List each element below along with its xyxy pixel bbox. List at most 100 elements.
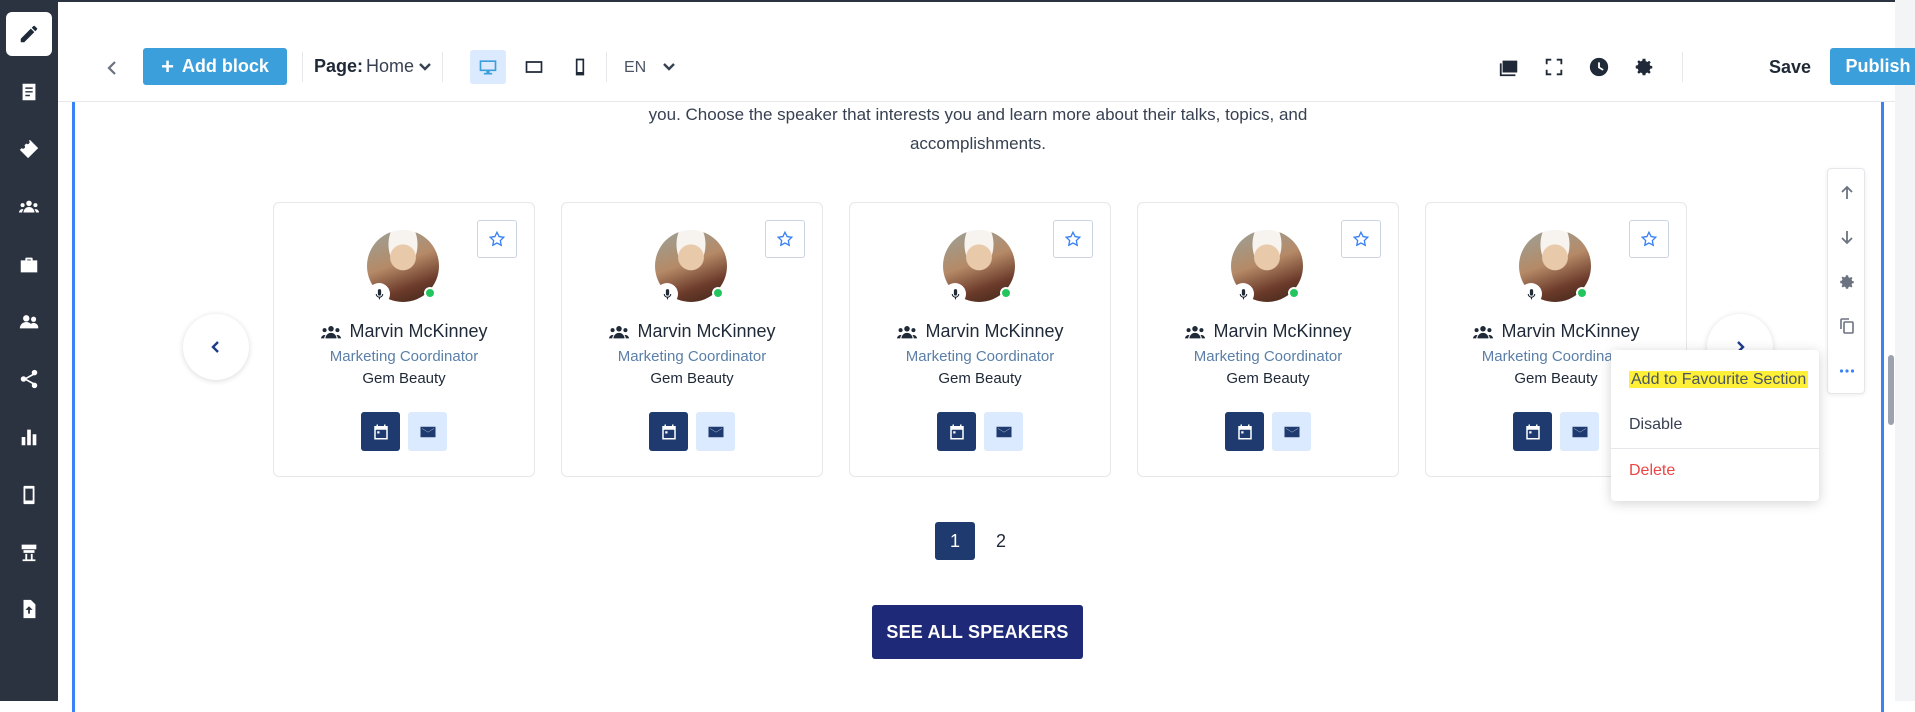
desktop-view-icon[interactable] bbox=[470, 50, 506, 84]
mobile-view-icon[interactable] bbox=[562, 50, 598, 84]
group-icon bbox=[897, 325, 918, 338]
fullscreen-icon[interactable] bbox=[1541, 54, 1567, 80]
calendar-icon bbox=[1237, 424, 1252, 439]
speaker-card[interactable]: Marvin McKinney Marketing Coordinator Gem … bbox=[849, 202, 1111, 477]
move-down-icon[interactable] bbox=[1828, 215, 1866, 259]
favourite-star-button[interactable] bbox=[1053, 220, 1093, 258]
calendar-icon bbox=[661, 424, 676, 439]
email-button[interactable] bbox=[696, 412, 735, 451]
mobile-icon[interactable] bbox=[6, 473, 52, 517]
calendar-button[interactable] bbox=[1225, 412, 1264, 451]
favourite-star-button[interactable] bbox=[765, 220, 805, 258]
speaker-name[interactable]: Marvin McKinney bbox=[925, 321, 1063, 342]
disable-item[interactable]: Disable bbox=[1611, 416, 1819, 434]
page-label: Page: bbox=[314, 56, 364, 76]
see-all-speakers-button[interactable]: SEE ALL SPEAKERS bbox=[872, 605, 1083, 659]
mail-icon bbox=[1284, 426, 1299, 437]
microphone-icon bbox=[1520, 283, 1542, 305]
speaker-card[interactable]: Marvin McKinney Marketing Coordinator Gem … bbox=[273, 202, 535, 477]
speaker-name-row: Marvin McKinney bbox=[1426, 321, 1686, 342]
chevron-down-icon[interactable] bbox=[418, 60, 432, 79]
email-button[interactable] bbox=[1272, 412, 1311, 451]
calendar-button[interactable] bbox=[649, 412, 688, 451]
document-list-icon[interactable] bbox=[6, 70, 52, 114]
speaker-card[interactable]: Marvin McKinney Marketing Coordinator Gem … bbox=[1137, 202, 1399, 477]
speaker-name[interactable]: Marvin McKinney bbox=[637, 321, 775, 342]
media-library-icon[interactable] bbox=[1496, 54, 1522, 80]
briefcase-icon[interactable] bbox=[6, 243, 52, 287]
add-to-favourite-section-item[interactable]: Add to Favourite Section bbox=[1611, 371, 1819, 389]
calendar-button[interactable] bbox=[937, 412, 976, 451]
bar-chart-icon[interactable] bbox=[6, 415, 52, 459]
microphone-icon bbox=[944, 283, 966, 305]
favourite-star-button[interactable] bbox=[477, 220, 517, 258]
users-icon[interactable] bbox=[6, 300, 52, 344]
calendar-icon bbox=[1525, 424, 1540, 439]
intro-line-1: you. Choose the speaker that interests y… bbox=[648, 105, 1308, 124]
section-intro: you. Choose the speaker that interests y… bbox=[600, 100, 1356, 158]
toolbar-divider bbox=[1682, 52, 1683, 82]
toolbar-divider bbox=[606, 52, 607, 82]
speaker-name[interactable]: Marvin McKinney bbox=[349, 321, 487, 342]
tablet-view-icon[interactable] bbox=[516, 50, 552, 84]
speaker-name[interactable]: Marvin McKinney bbox=[1501, 321, 1639, 342]
speaker-role: Marketing Coordinator bbox=[905, 348, 1055, 365]
section-settings-icon[interactable] bbox=[1828, 260, 1866, 304]
file-upload-icon[interactable] bbox=[6, 587, 52, 631]
language-select[interactable]: EN bbox=[624, 59, 646, 77]
star-icon bbox=[1352, 230, 1370, 247]
speaker-role: Marketing Coordinator bbox=[617, 348, 767, 365]
speaker-name-row: Marvin McKinney bbox=[562, 321, 822, 342]
section-context-menu: Add to Favourite Section Disable Delete bbox=[1611, 350, 1819, 501]
delete-item[interactable]: Delete bbox=[1611, 462, 1819, 480]
menu-divider bbox=[1611, 448, 1819, 449]
group-icon[interactable] bbox=[6, 185, 52, 229]
page-select[interactable]: Home bbox=[366, 56, 414, 77]
save-button[interactable]: Save bbox=[1769, 57, 1811, 78]
speaker-company: Gem Beauty bbox=[1226, 370, 1310, 387]
left-sidebar bbox=[0, 0, 58, 701]
plus-icon: + bbox=[161, 53, 174, 79]
microphone-icon bbox=[656, 283, 678, 305]
speaker-role: Marketing Coordinator bbox=[1193, 348, 1343, 365]
page-2-button[interactable]: 2 bbox=[981, 522, 1021, 560]
ticket-icon[interactable] bbox=[6, 127, 52, 171]
back-button[interactable] bbox=[96, 53, 130, 83]
chevron-down-icon[interactable] bbox=[662, 60, 676, 79]
favourite-star-button[interactable] bbox=[1629, 220, 1669, 258]
more-options-icon[interactable] bbox=[1828, 349, 1866, 393]
favourite-star-button[interactable] bbox=[1341, 220, 1381, 258]
star-icon bbox=[1640, 230, 1658, 247]
toolbar-divider bbox=[442, 52, 443, 82]
settings-gear-icon[interactable] bbox=[1631, 54, 1657, 80]
editor-toolbar: + Add block Page: Home EN Save Publish bbox=[58, 2, 1915, 102]
calendar-button[interactable] bbox=[361, 412, 400, 451]
email-button[interactable] bbox=[408, 412, 447, 451]
email-button[interactable] bbox=[984, 412, 1023, 451]
move-up-icon[interactable] bbox=[1828, 171, 1866, 215]
speaker-name-row: Marvin McKinney bbox=[850, 321, 1110, 342]
speaker-company: Gem Beauty bbox=[362, 370, 446, 387]
add-block-button[interactable]: + Add block bbox=[143, 48, 287, 85]
share-icon[interactable] bbox=[6, 357, 52, 401]
calendar-button[interactable] bbox=[1513, 412, 1552, 451]
scrollbar-thumb[interactable] bbox=[1888, 355, 1894, 425]
calendar-icon bbox=[373, 424, 388, 439]
speaker-card[interactable]: Marvin McKinney Marketing Coordinator Gem … bbox=[561, 202, 823, 477]
speaker-name[interactable]: Marvin McKinney bbox=[1213, 321, 1351, 342]
email-button[interactable] bbox=[1560, 412, 1599, 451]
publish-button[interactable]: Publish bbox=[1830, 48, 1915, 85]
page-1-button[interactable]: 1 bbox=[935, 522, 975, 560]
scrollbar-track[interactable] bbox=[1895, 0, 1915, 701]
microphone-icon bbox=[1232, 283, 1254, 305]
history-icon[interactable] bbox=[1586, 54, 1612, 80]
online-status-dot bbox=[1288, 287, 1300, 299]
toolbar-divider bbox=[302, 52, 303, 82]
group-icon bbox=[321, 325, 342, 338]
booth-icon[interactable] bbox=[6, 530, 52, 574]
duplicate-icon[interactable] bbox=[1828, 304, 1866, 348]
carousel-prev-button[interactable] bbox=[183, 314, 249, 380]
star-icon bbox=[776, 230, 794, 247]
speaker-company: Gem Beauty bbox=[650, 370, 734, 387]
pencil-icon[interactable] bbox=[6, 12, 52, 56]
